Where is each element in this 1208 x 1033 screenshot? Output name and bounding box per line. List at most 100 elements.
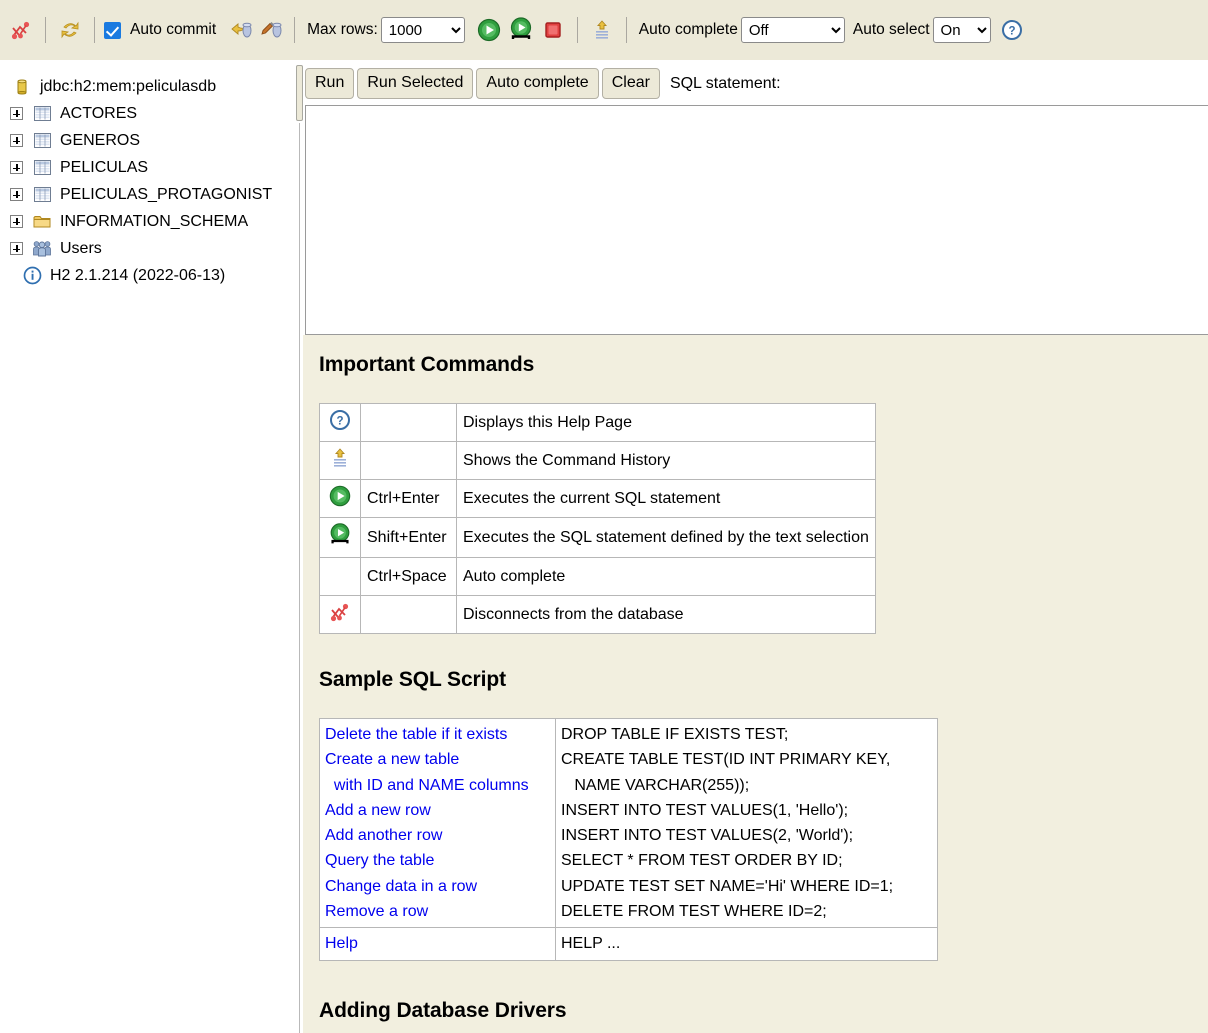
run-green-play-icon[interactable] bbox=[474, 15, 504, 45]
auto-complete-button[interactable]: Auto complete bbox=[476, 68, 599, 99]
sample-descriptions-cell: Help bbox=[319, 927, 556, 961]
svg-text:?: ? bbox=[336, 416, 343, 428]
tree-item-peliculas-protagonist[interactable]: PELICULAS_PROTAGONIST bbox=[6, 181, 296, 208]
run-green-play-icon[interactable] bbox=[319, 479, 361, 518]
tree-item-label: INFORMATION_SCHEMA bbox=[60, 212, 249, 230]
sql-line: NAME VARCHAR(255)); bbox=[561, 776, 750, 794]
help-question-icon[interactable]: ? bbox=[997, 15, 1027, 45]
sample-link[interactable]: Change data in a row bbox=[325, 874, 550, 899]
empty-icon-cell bbox=[319, 557, 361, 596]
tree-item-peliculas[interactable]: PELICULAS bbox=[6, 154, 296, 181]
disconnect-icon[interactable] bbox=[6, 15, 36, 45]
main-toolbar: Auto commit Max rows: 1000 Auto complete… bbox=[0, 0, 1208, 61]
rollback-icon[interactable] bbox=[225, 15, 255, 45]
sample-link[interactable]: Add another row bbox=[325, 823, 550, 848]
adding-database-drivers-title: Adding Database Drivers bbox=[319, 998, 567, 1022]
run-selected-green-play-icon[interactable] bbox=[319, 517, 361, 558]
table-icon bbox=[32, 185, 52, 205]
sql-line: DELETE FROM TEST WHERE ID=2; bbox=[561, 903, 827, 921]
svg-text:?: ? bbox=[1008, 26, 1015, 38]
sample-link[interactable]: Add a new row bbox=[325, 798, 550, 823]
sample-sql-script-title: Sample SQL Script bbox=[319, 668, 506, 691]
table-row: Shift+Enter Executes the SQL statement d… bbox=[319, 517, 876, 558]
auto-commit-checkbox[interactable] bbox=[104, 21, 121, 39]
table-row: ? Displays this Help Page bbox=[319, 403, 876, 442]
sql-line: INSERT INTO TEST VALUES(1, 'Hello'); bbox=[561, 801, 849, 819]
tree-item-label: ACTORES bbox=[60, 104, 138, 122]
table-row: Shows the Command History bbox=[319, 441, 876, 480]
shortcut-key bbox=[360, 441, 457, 480]
tree-item-connection[interactable]: jdbc:h2:mem:peliculasdb bbox=[6, 73, 296, 100]
sql-editor-textarea[interactable] bbox=[305, 105, 1208, 335]
tree-item-users[interactable]: Users bbox=[6, 235, 296, 262]
database-cylinder-icon bbox=[12, 77, 32, 97]
table-icon bbox=[32, 131, 52, 151]
command-description: Shows the Command History bbox=[456, 441, 876, 480]
sample-link[interactable]: with ID and NAME columns bbox=[325, 773, 550, 798]
refresh-icon[interactable] bbox=[55, 15, 85, 45]
tree-item-label: PELICULAS bbox=[60, 158, 149, 176]
tree-item-actores[interactable]: ACTORES bbox=[6, 100, 296, 127]
sample-link-help[interactable]: Help bbox=[325, 931, 550, 956]
stop-red-square-icon[interactable] bbox=[538, 15, 568, 45]
sql-line: DROP TABLE IF EXISTS TEST; bbox=[561, 726, 789, 743]
sql-pane: Run Run Selected Auto complete Clear SQL… bbox=[303, 61, 1208, 1033]
run-selected-button[interactable]: Run Selected bbox=[357, 68, 474, 99]
command-history-icon[interactable] bbox=[587, 15, 617, 45]
run-button[interactable]: Run bbox=[305, 68, 355, 99]
sample-statements-cell: DROP TABLE IF EXISTS TEST; CREATE TABLE … bbox=[555, 717, 938, 929]
tree-item-information-schema[interactable]: INFORMATION_SCHEMA bbox=[6, 208, 296, 235]
sql-statement-label: SQL statement: bbox=[669, 74, 781, 92]
database-tree-sidebar: jdbc:h2:mem:peliculasdb ACTORES GENEROS … bbox=[0, 61, 296, 1033]
max-rows-select[interactable]: 1000 bbox=[380, 17, 465, 43]
expand-icon[interactable] bbox=[10, 242, 23, 255]
disconnect-icon[interactable] bbox=[319, 595, 361, 634]
run-selected-green-play-icon[interactable] bbox=[504, 15, 538, 45]
table-icon bbox=[32, 104, 52, 124]
folder-icon bbox=[32, 212, 52, 232]
sample-link[interactable]: Delete the table if it exists bbox=[325, 722, 550, 747]
expand-icon[interactable] bbox=[10, 107, 23, 120]
auto-select-label: Auto select bbox=[852, 21, 930, 38]
shortcut-key bbox=[360, 595, 457, 634]
command-description: Disconnects from the database bbox=[456, 595, 876, 634]
main-area: jdbc:h2:mem:peliculasdb ACTORES GENEROS … bbox=[0, 61, 1208, 1033]
help-question-icon[interactable]: ? bbox=[319, 403, 361, 442]
table-icon bbox=[32, 158, 52, 178]
command-history-icon[interactable] bbox=[319, 441, 361, 480]
important-commands-table: ? Displays this Help Page Shows the Comm… bbox=[319, 403, 876, 634]
toolbar-divider bbox=[294, 17, 296, 43]
shortcut-key: Ctrl+Space bbox=[360, 557, 457, 596]
sample-link[interactable]: Create a new table bbox=[325, 747, 550, 772]
tree-item-version: H2 2.1.214 (2022-06-13) bbox=[6, 262, 296, 289]
splitter-handle[interactable] bbox=[296, 65, 303, 121]
toolbar-divider bbox=[94, 17, 95, 43]
expand-icon[interactable] bbox=[10, 188, 23, 201]
shortcut-key bbox=[360, 403, 457, 442]
pane-splitter[interactable] bbox=[296, 61, 303, 1033]
command-description: Auto complete bbox=[456, 557, 876, 596]
tree-item-generos[interactable]: GENEROS bbox=[6, 127, 296, 154]
max-rows-label: Max rows: bbox=[307, 21, 378, 38]
tree-item-label: Users bbox=[60, 239, 102, 257]
sql-button-bar: Run Run Selected Auto complete Clear SQL… bbox=[303, 61, 1208, 105]
command-description: Executes the current SQL statement bbox=[456, 479, 876, 518]
help-content-area: Important Commands ? Displays this Help … bbox=[303, 335, 1208, 1033]
sample-link[interactable]: Query the table bbox=[325, 848, 550, 873]
sample-link[interactable]: Remove a row bbox=[325, 899, 550, 924]
expand-icon[interactable] bbox=[10, 215, 23, 228]
commit-icon[interactable] bbox=[255, 15, 285, 45]
clear-button[interactable]: Clear bbox=[601, 68, 660, 99]
auto-commit-label: Auto commit bbox=[130, 21, 217, 38]
auto-complete-select[interactable]: Off bbox=[740, 17, 845, 43]
auto-select-select[interactable]: On bbox=[932, 17, 991, 43]
sql-line: HELP ... bbox=[561, 935, 621, 953]
expand-icon[interactable] bbox=[10, 134, 23, 147]
command-description: Displays this Help Page bbox=[456, 403, 876, 442]
sample-statements-cell: HELP ... bbox=[555, 927, 938, 961]
sql-line: INSERT INTO TEST VALUES(2, 'World'); bbox=[561, 827, 854, 845]
sql-line: UPDATE TEST SET NAME='Hi' WHERE ID=1; bbox=[561, 877, 894, 895]
expand-icon[interactable] bbox=[10, 161, 23, 174]
toolbar-divider bbox=[625, 17, 627, 43]
toolbar-divider bbox=[45, 17, 46, 43]
